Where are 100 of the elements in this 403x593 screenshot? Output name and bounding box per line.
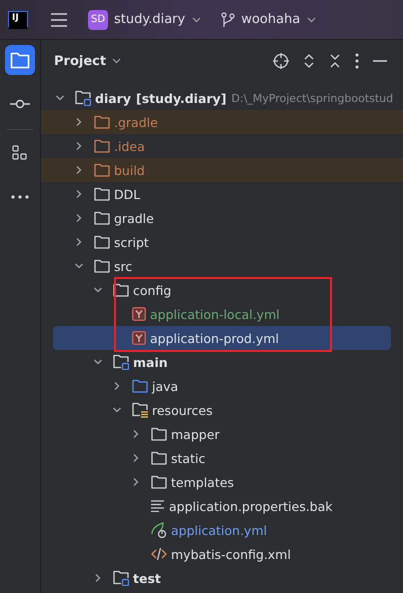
- tree-item-label: src: [114, 258, 132, 274]
- tree-item-label: script: [114, 234, 149, 250]
- folder-icon: [94, 115, 110, 129]
- chevron-down-icon[interactable]: [112, 405, 122, 415]
- locate-icon[interactable]: [273, 53, 289, 69]
- tree-row[interactable]: templates: [53, 470, 391, 494]
- tree-row[interactable]: static: [53, 446, 391, 470]
- project-path: D:\_MyProject\springbootstud: [231, 92, 394, 104]
- folder-icon: [151, 427, 167, 441]
- module-folder-icon: [75, 90, 91, 106]
- chevron-down-icon[interactable]: [55, 93, 65, 103]
- text-file-icon: [151, 500, 165, 512]
- branch-selector[interactable]: woohaha: [241, 12, 300, 27]
- folder-icon: [94, 139, 110, 153]
- project-badge: SD: [88, 10, 108, 30]
- chevron-right-icon[interactable]: [74, 117, 84, 127]
- code-file-icon: [151, 547, 167, 561]
- tree-item-label: mybatis-config.xml: [171, 546, 291, 562]
- folder-icon: [132, 379, 148, 393]
- module-folder-icon: [113, 570, 129, 586]
- folder-icon: [94, 211, 110, 225]
- tree-item-label: application.properties.bak: [169, 498, 333, 514]
- folder-icon: [151, 451, 167, 465]
- chevron-down-icon[interactable]: [192, 16, 202, 22]
- tree-item-label: java: [152, 378, 178, 394]
- resources-folder-icon: [132, 402, 148, 418]
- tree-item-label: build: [114, 162, 145, 178]
- chevron-down-icon[interactable]: [112, 58, 122, 64]
- tree-row[interactable]: gradle: [53, 206, 391, 230]
- chevron-right-icon[interactable]: [112, 381, 122, 391]
- module-folder-icon: [113, 354, 129, 370]
- chevron-right-icon[interactable]: [74, 213, 84, 223]
- tree-row[interactable]: application.yml: [53, 518, 391, 542]
- panel-title[interactable]: Project: [54, 54, 106, 68]
- tree-item-label: mapper: [171, 426, 220, 442]
- tree-row[interactable]: DDL: [53, 182, 391, 206]
- commit-icon: [10, 99, 30, 109]
- yaml-file-icon: [132, 331, 146, 345]
- chevron-right-icon[interactable]: [93, 573, 103, 583]
- collapse-all-icon[interactable]: [329, 53, 341, 69]
- tree-row[interactable]: mapper: [53, 422, 391, 446]
- menu-icon[interactable]: [51, 12, 67, 26]
- tree-row[interactable]: script: [53, 230, 391, 254]
- tree-row[interactable]: mybatis-config.xml: [53, 542, 391, 566]
- chevron-right-icon[interactable]: [74, 189, 84, 199]
- chevron-down-icon[interactable]: [74, 261, 84, 271]
- folder-icon: [94, 163, 110, 177]
- chevron-down-icon[interactable]: [307, 16, 316, 22]
- chevron-right-icon[interactable]: [74, 165, 84, 175]
- tree-row[interactable]: application-prod.yml: [53, 326, 391, 350]
- branch-icon: [221, 12, 236, 28]
- tree-row[interactable]: java: [53, 374, 391, 398]
- tree-item-label: main: [133, 354, 168, 370]
- tree-item-label: static: [171, 450, 206, 466]
- chevron-down-icon[interactable]: [93, 285, 103, 295]
- tree-item-label: test: [133, 570, 161, 586]
- tree-row[interactable]: main: [53, 350, 391, 374]
- tree-row[interactable]: src: [53, 254, 391, 278]
- chevron-right-icon[interactable]: [131, 453, 141, 463]
- tree-item-label: application-prod.yml: [150, 330, 279, 346]
- minimize-icon[interactable]: [373, 60, 387, 62]
- tree-row[interactable]: application.properties.bak: [53, 494, 391, 518]
- yaml-file-icon: [132, 307, 146, 321]
- spring-leaf-icon: [151, 522, 167, 538]
- tree-row[interactable]: resources: [53, 398, 391, 422]
- project-selector[interactable]: study.diary: [114, 12, 186, 27]
- tree-row[interactable]: application-local.yml: [53, 302, 391, 326]
- folder-icon: [10, 51, 30, 69]
- tree-item-label: .idea: [114, 138, 145, 154]
- structure-icon: [12, 145, 28, 161]
- more-icon: [11, 195, 29, 199]
- tree-item-label: config: [133, 282, 172, 298]
- tree-row[interactable]: diary [study.diary] D:\_MyProject\springbootstud: [53, 86, 391, 110]
- tree-item-label: resources: [152, 402, 213, 418]
- folder-icon: [113, 283, 129, 297]
- tree-item-label: templates: [171, 474, 234, 490]
- chevron-right-icon[interactable]: [74, 141, 84, 151]
- folder-icon: [94, 259, 110, 273]
- tree-item-label: gradle: [114, 210, 154, 226]
- chevron-right-icon[interactable]: [131, 477, 141, 487]
- tree-item-label: application-local.yml: [150, 306, 280, 322]
- more-options-icon[interactable]: [355, 53, 359, 69]
- app-logo[interactable]: IJ: [8, 10, 28, 28]
- tree-row[interactable]: test: [53, 566, 391, 590]
- tree-item-label: .gradle: [114, 114, 158, 130]
- tree-row[interactable]: .gradle: [53, 110, 391, 134]
- project-tool-button[interactable]: [5, 45, 35, 75]
- tree-item-label: DDL: [114, 186, 140, 202]
- module-name: [study.diary]: [136, 90, 226, 106]
- chevron-down-icon[interactable]: [93, 357, 103, 367]
- folder-icon: [94, 187, 110, 201]
- tree-row[interactable]: .idea: [53, 134, 391, 158]
- tree-row[interactable]: config: [53, 278, 391, 302]
- folder-icon: [151, 475, 167, 489]
- chevron-right-icon[interactable]: [74, 237, 84, 247]
- tree-item-label: application.yml: [171, 522, 267, 538]
- expand-all-icon[interactable]: [303, 53, 315, 69]
- chevron-right-icon[interactable]: [131, 429, 141, 439]
- tree-item-label: diary: [95, 90, 131, 106]
- tree-row[interactable]: build: [53, 158, 391, 182]
